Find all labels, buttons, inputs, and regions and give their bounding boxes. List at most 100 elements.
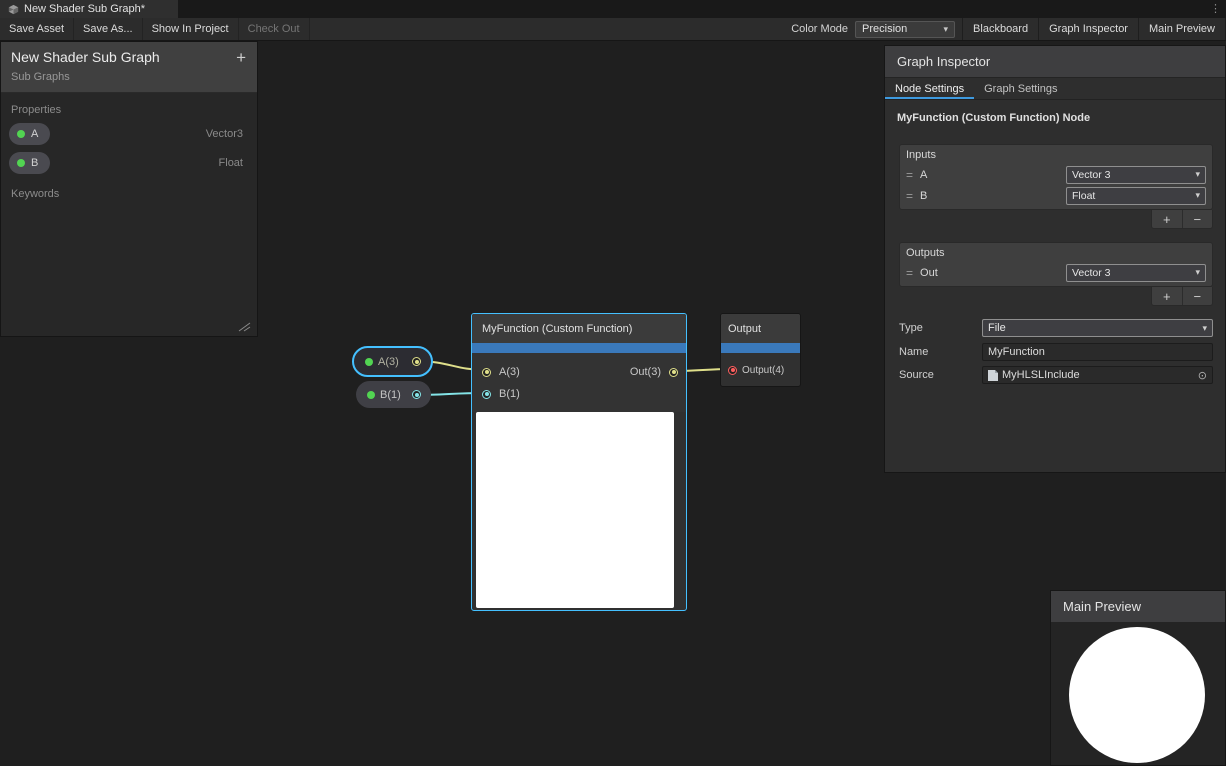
add-property-button[interactable]: + (236, 49, 246, 66)
blackboard-property-row: B Float (1, 148, 257, 177)
window-tab-bar: New Shader Sub Graph* ⋮ (0, 0, 1226, 18)
inputs-list-footer: + − (1151, 210, 1213, 229)
blackboard-property-a-type: Vector3 (206, 128, 243, 140)
name-field-row: Name MyFunction (899, 343, 1213, 361)
blackboard-property-a-pill[interactable]: A (9, 123, 50, 145)
output-node-header[interactable]: Output (721, 314, 800, 343)
name-label: Name (899, 346, 982, 358)
chevron-down-icon: ▾ (1195, 190, 1200, 201)
input-a-type-value: Vector 3 (1072, 169, 1111, 181)
document-tab[interactable]: New Shader Sub Graph* (0, 0, 178, 18)
source-object-value: MyHLSLInclude (1002, 369, 1080, 381)
property-b-output-port[interactable] (412, 390, 421, 399)
input-row-a: = A Vector 3 ▾ (906, 164, 1206, 185)
main-preview-body (1051, 623, 1225, 765)
source-object-field[interactable]: MyHLSLInclude ⊙ (982, 366, 1213, 384)
input-port-b-label: B(1) (499, 388, 520, 400)
output-node-port-row: Output(4) (721, 353, 800, 387)
output-node-title: Output (728, 323, 761, 335)
blackboard-title: New Shader Sub Graph (11, 49, 247, 65)
output-port-out[interactable] (669, 368, 678, 377)
main-preview-toggle-button[interactable]: Main Preview (1138, 18, 1226, 40)
exposed-property-dot-icon (365, 358, 373, 366)
blackboard-property-row: A Vector3 (1, 119, 257, 148)
output-row-out: = Out Vector 3 ▾ (906, 262, 1206, 283)
blackboard-property-b-pill[interactable]: B (9, 152, 50, 174)
properties-section-label: Properties (1, 93, 257, 119)
input-a-name: A (920, 169, 927, 181)
custom-function-node-ports: A(3) B(1) Out(3) (472, 353, 686, 412)
tab-node-settings[interactable]: Node Settings (885, 78, 974, 99)
name-input[interactable]: MyFunction (982, 343, 1213, 361)
type-label: Type (899, 322, 982, 334)
selected-node-heading: MyFunction (Custom Function) Node (885, 100, 1225, 124)
type-field-row: Type File ▾ (899, 319, 1213, 337)
drag-handle-icon[interactable]: = (906, 168, 913, 182)
node-preview-surface (476, 412, 674, 608)
output-out-type-value: Vector 3 (1072, 267, 1111, 279)
output-node[interactable]: Output Output(4) (720, 313, 801, 387)
type-dropdown-value: File (988, 322, 1006, 334)
input-port-a[interactable] (482, 368, 491, 377)
graph-inspector-title: Graph Inspector (897, 54, 990, 69)
outputs-list-title: Outputs (906, 247, 1206, 259)
input-b-type-dropdown[interactable]: Float ▾ (1066, 187, 1206, 205)
output-port-row-out: Out(3) (630, 361, 678, 383)
property-a-output-port[interactable] (412, 357, 421, 366)
drag-handle-icon[interactable]: = (906, 189, 913, 203)
exposed-property-dot-icon (17, 130, 25, 138)
keywords-section-label: Keywords (1, 177, 257, 203)
menu-dots-icon[interactable]: ⋮ (1210, 2, 1221, 15)
property-node-a-label: A(3) (378, 356, 399, 368)
check-out-button[interactable]: Check Out (239, 18, 310, 40)
exposed-property-dot-icon (17, 159, 25, 167)
unity-logo-icon (8, 4, 19, 15)
source-label: Source (899, 369, 982, 381)
hlsl-file-icon (988, 370, 998, 381)
color-mode-label: Color Mode (784, 18, 855, 40)
remove-input-button[interactable]: − (1182, 210, 1213, 228)
output-node-input-port[interactable] (728, 366, 737, 375)
blackboard-toggle-button[interactable]: Blackboard (962, 18, 1038, 40)
type-dropdown[interactable]: File ▾ (982, 319, 1213, 337)
property-node-b[interactable]: B(1) (356, 381, 431, 408)
graph-inspector-header[interactable]: Graph Inspector (885, 46, 1225, 78)
shader-graph-toolbar: Save Asset Save As... Show In Project Ch… (0, 18, 1226, 41)
outputs-list: Outputs = Out Vector 3 ▾ (899, 242, 1213, 287)
show-in-project-button[interactable]: Show In Project (143, 18, 239, 40)
object-picker-icon[interactable]: ⊙ (1198, 369, 1207, 382)
blackboard-header[interactable]: New Shader Sub Graph Sub Graphs + (1, 42, 257, 93)
resize-handle-icon[interactable] (237, 322, 251, 332)
drag-handle-icon[interactable]: = (906, 266, 913, 280)
save-as-button[interactable]: Save As... (74, 18, 143, 40)
save-asset-button[interactable]: Save Asset (0, 18, 74, 40)
property-node-a[interactable]: A(3) (352, 346, 433, 377)
custom-function-node[interactable]: MyFunction (Custom Function) A(3) B(1) O… (471, 313, 687, 611)
main-preview-header[interactable]: Main Preview (1051, 591, 1225, 623)
input-a-type-dropdown[interactable]: Vector 3 ▾ (1066, 166, 1206, 184)
source-field-row: Source MyHLSLInclude ⊙ (899, 366, 1213, 384)
input-port-b[interactable] (482, 390, 491, 399)
color-mode-dropdown[interactable]: Precision ▾ (855, 21, 955, 38)
inputs-list: Inputs = A Vector 3 ▾ = B Float ▾ (899, 144, 1213, 210)
main-preview-title: Main Preview (1063, 599, 1141, 614)
graph-inspector-panel: Graph Inspector Node Settings Graph Sett… (884, 45, 1226, 473)
output-out-name: Out (920, 267, 938, 279)
node-accent-bar (472, 343, 686, 353)
tab-graph-settings[interactable]: Graph Settings (974, 78, 1067, 99)
outputs-list-footer: + − (1151, 287, 1213, 306)
custom-function-node-header[interactable]: MyFunction (Custom Function) (472, 314, 686, 343)
inputs-list-title: Inputs (906, 149, 1206, 161)
input-port-a-label: A(3) (499, 366, 520, 378)
inspector-tabs: Node Settings Graph Settings (885, 78, 1225, 100)
chevron-down-icon: ▾ (1202, 323, 1207, 334)
output-out-type-dropdown[interactable]: Vector 3 ▾ (1066, 264, 1206, 282)
input-b-type-value: Float (1072, 190, 1095, 202)
chevron-down-icon: ▾ (944, 24, 949, 35)
add-output-button[interactable]: + (1152, 287, 1182, 305)
add-input-button[interactable]: + (1152, 210, 1182, 228)
remove-output-button[interactable]: − (1182, 287, 1213, 305)
output-node-port-label: Output(4) (742, 365, 784, 376)
blackboard-property-a-name: A (31, 128, 38, 140)
graph-inspector-toggle-button[interactable]: Graph Inspector (1038, 18, 1138, 40)
